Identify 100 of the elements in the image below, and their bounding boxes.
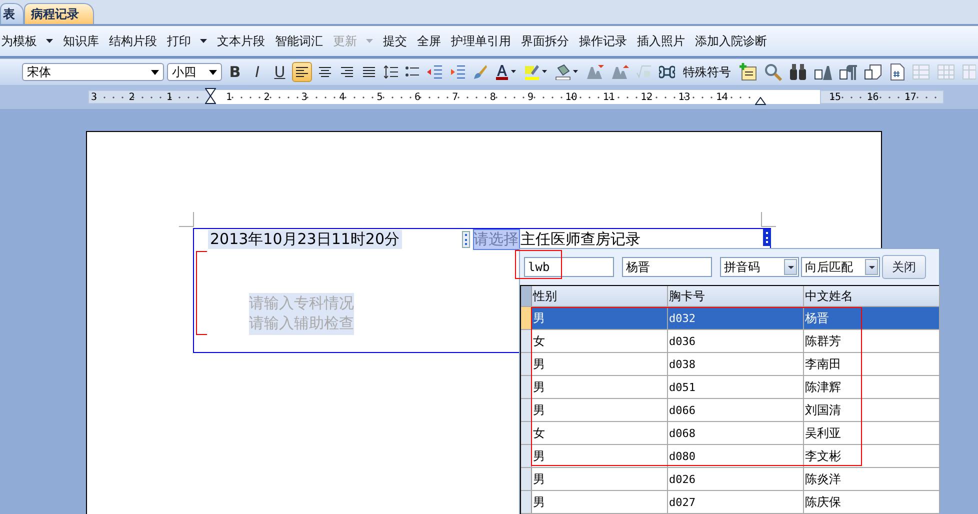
record-title: 主任医师查房记录	[520, 230, 641, 248]
align-icon[interactable]	[340, 67, 353, 77]
table-cell: d026	[668, 468, 804, 490]
format-button[interactable]: I	[248, 62, 268, 82]
highlight-frame	[515, 250, 562, 279]
column-header[interactable]: 中文姓名	[804, 286, 940, 306]
brush-icon[interactable]	[472, 64, 488, 80]
search-field[interactable]: lwb	[524, 257, 614, 277]
dropdown-button[interactable]	[865, 259, 878, 275]
column-header[interactable]: 胸卡号	[668, 286, 804, 306]
command-key-icon[interactable]	[658, 64, 675, 80]
table-row[interactable]: 男 d066 刘国清	[521, 399, 939, 422]
table-cell: 陈津辉	[804, 376, 940, 398]
menu-item[interactable]: 界面拆分	[521, 32, 569, 50]
table-cell: 陈群芳	[804, 330, 940, 352]
caret-icon[interactable]	[46, 39, 53, 43]
ruler-number: 2	[126, 92, 164, 102]
caret-icon[interactable]	[150, 70, 159, 74]
menu-item[interactable]: 文本片段	[217, 32, 265, 50]
ruler-number: 12	[640, 92, 678, 102]
table-cell: 陈庆保	[804, 491, 940, 513]
menu-item[interactable]: 操作记录	[579, 32, 627, 50]
menu-item[interactable]: 智能词汇	[275, 32, 323, 50]
formula-icon	[636, 65, 652, 79]
table-row[interactable]: 男 d038 李南田	[521, 353, 939, 376]
format-button[interactable]: B	[225, 62, 245, 82]
line-spacing-icon[interactable]	[384, 65, 398, 79]
field-note-icon[interactable]	[864, 63, 882, 81]
table-icon	[912, 64, 930, 80]
date-text: 2013年10月23日11时20分	[208, 230, 402, 248]
indent-marker-icon[interactable]	[205, 88, 216, 104]
mode-select[interactable]: 拼音码	[720, 257, 799, 277]
menu-item[interactable]: 护理单引用	[451, 32, 511, 50]
search-icon[interactable]	[764, 63, 782, 81]
font-size-select[interactable]: 小四	[166, 63, 222, 81]
column-header[interactable]: 性别	[532, 286, 668, 306]
table-row[interactable]: 女 d036 陈群芳	[521, 330, 939, 353]
tab[interactable]: 表	[0, 3, 24, 24]
field-paragraph-icon[interactable]	[838, 63, 857, 81]
table-cell: d027	[668, 491, 804, 513]
table-row[interactable]: 男 d051 陈津辉	[521, 376, 939, 399]
table-cell: 刘国清	[804, 399, 940, 421]
close-button[interactable]: 关闭	[882, 255, 926, 279]
table-row[interactable]: 男 d027 陈庆保	[521, 491, 939, 514]
table-cell: d051	[668, 376, 804, 398]
menu-item[interactable]: 插入照片	[637, 32, 685, 50]
highlighter-icon[interactable]	[524, 64, 548, 80]
table-row[interactable]: 男 d080 李文彬	[521, 445, 939, 468]
bullet-list-icon[interactable]	[404, 65, 419, 79]
menu-item[interactable]: 知识库	[63, 32, 99, 50]
align-icon[interactable]	[296, 67, 308, 77]
ruler-number: 8	[490, 92, 528, 102]
menu-item[interactable]: 添加入院诊断	[695, 32, 767, 50]
field-handle-icon[interactable]	[763, 229, 771, 246]
font-select[interactable]: 宋体	[22, 63, 164, 81]
dropdown-button[interactable]	[784, 259, 797, 275]
ruler-number: 5	[376, 92, 414, 102]
table-icon	[936, 64, 955, 80]
table-cell: d036	[668, 330, 804, 352]
name-field[interactable]: 杨晋	[622, 257, 712, 277]
special-symbol-button[interactable]: 特殊符号	[682, 62, 731, 82]
align-icon[interactable]	[363, 67, 376, 77]
format-button[interactable]: U	[270, 62, 290, 82]
table-cell: d038	[668, 353, 804, 375]
table-icon	[962, 64, 976, 80]
tab[interactable]: 病程记录	[24, 3, 94, 24]
row-header	[521, 286, 532, 306]
field-handle-icon[interactable]	[462, 230, 470, 248]
align-button[interactable]	[292, 62, 312, 82]
align-icon[interactable]	[318, 67, 331, 77]
table-cell: 杨晋	[804, 307, 940, 329]
fill-bucket-icon[interactable]	[554, 64, 579, 80]
page-number-icon[interactable]	[888, 63, 905, 81]
menu-item[interactable]: 结构片段	[109, 32, 157, 50]
menu-item[interactable]: 全屏	[417, 32, 441, 50]
caret-icon[interactable]	[200, 39, 207, 43]
table-cell: 李南田	[804, 353, 940, 375]
binoculars-icon[interactable]	[788, 63, 807, 81]
field-font-icon[interactable]	[814, 63, 832, 81]
caret-icon[interactable]	[788, 266, 794, 268]
caret-icon[interactable]	[868, 266, 874, 268]
ruler-number: 2	[264, 92, 302, 102]
outdent-icon[interactable]	[426, 65, 442, 79]
menu-item[interactable]: 为模板	[1, 32, 37, 50]
table-cell: 男	[532, 491, 668, 513]
table-row[interactable]: 男 d032 杨晋	[521, 307, 939, 330]
menu-item[interactable]: 提交	[383, 32, 407, 50]
table-cell: d068	[668, 422, 804, 444]
indent-marker-icon[interactable]	[755, 97, 766, 105]
font-color-icon[interactable]	[494, 64, 517, 80]
add-note-icon[interactable]	[738, 63, 757, 81]
caret-icon[interactable]	[209, 70, 218, 74]
table-cell: 李文彬	[804, 445, 940, 467]
match-select[interactable]: 向后匹配	[801, 257, 880, 277]
menu-item[interactable]: 打印	[167, 32, 191, 50]
table-cell: 男	[532, 468, 668, 490]
ruler-number: 16	[864, 92, 902, 102]
table-row[interactable]: 男 d026 陈炎洋	[521, 468, 939, 491]
indent-icon[interactable]	[448, 65, 465, 79]
table-row[interactable]: 女 d068 吴利亚	[521, 422, 939, 445]
